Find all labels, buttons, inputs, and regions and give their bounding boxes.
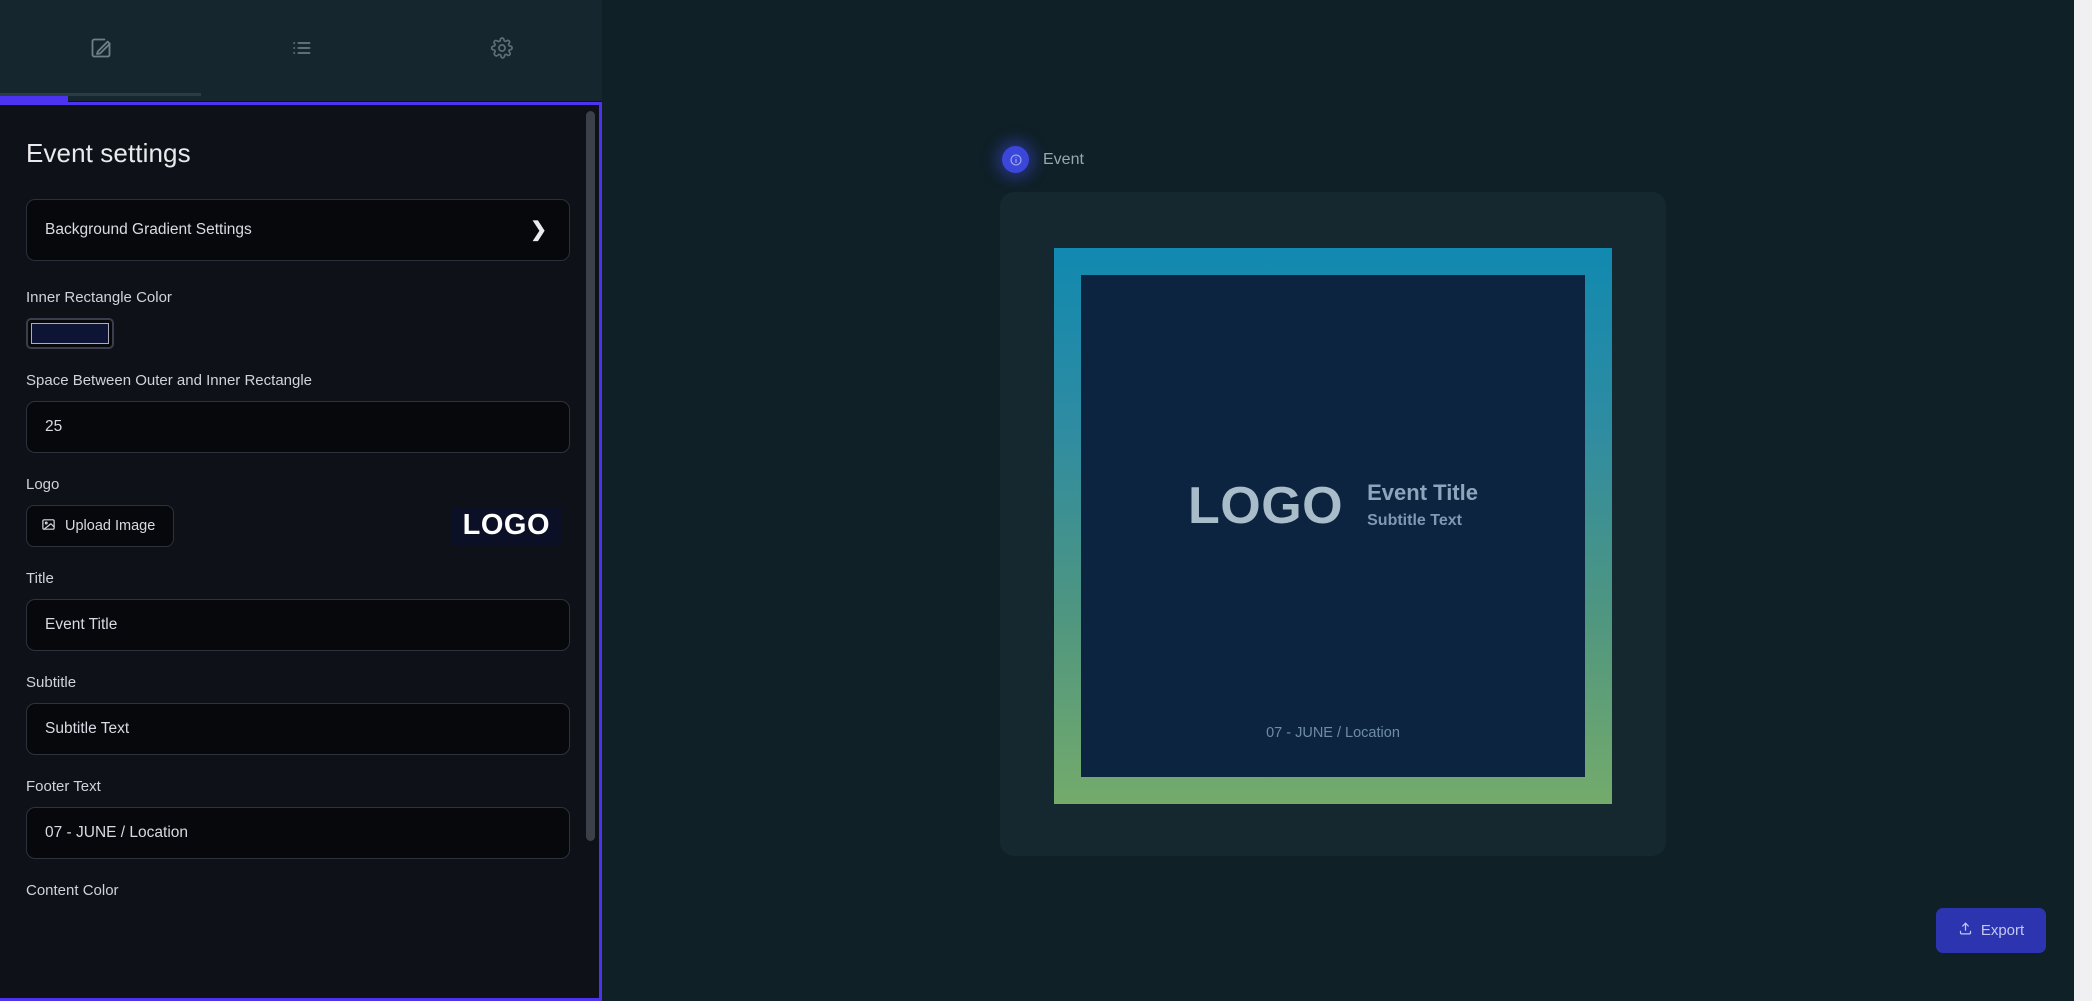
image-icon: [41, 517, 56, 536]
banner-logo-text: LOGO: [1188, 476, 1344, 535]
space-between-input[interactable]: [26, 401, 570, 453]
tab-settings[interactable]: [402, 0, 602, 96]
settings-scroll-container: Event settings Background Gradient Setti…: [0, 105, 596, 998]
content-color-label: Content Color: [26, 882, 119, 899]
title-input[interactable]: [26, 599, 570, 651]
field-logo: Logo Upload Image LOGO: [26, 476, 564, 547]
logo-label: Logo: [26, 476, 60, 493]
banner-text-block: Event Title Subtitle Text: [1367, 482, 1478, 529]
event-chip[interactable]: Event: [1002, 146, 1084, 173]
subtitle-input[interactable]: [26, 703, 570, 755]
accordion-label: Background Gradient Settings: [45, 221, 252, 238]
event-chip-label: Event: [1043, 150, 1084, 168]
banner-inner-rectangle: LOGO Event Title Subtitle Text 07 - JUNE…: [1081, 275, 1585, 777]
inner-rectangle-color-swatch[interactable]: [26, 318, 114, 349]
subtitle-label: Subtitle: [26, 674, 77, 691]
accordion-background-gradient-settings[interactable]: Background Gradient Settings ❯: [26, 199, 570, 261]
window-scroll-gutter[interactable]: [2074, 0, 2092, 1001]
preview-area: Event LOGO Event Title Subtitle Text 07 …: [602, 0, 2092, 1001]
field-title: Title: [26, 570, 570, 651]
panel-scrollbar-thumb[interactable]: [586, 111, 595, 841]
logo-row: Upload Image LOGO: [26, 505, 570, 547]
app-root: Event settings Background Gradient Setti…: [0, 0, 2092, 1001]
tab-list[interactable]: [201, 0, 402, 96]
banner-content: LOGO Event Title Subtitle Text: [1081, 480, 1585, 532]
title-label: Title: [26, 570, 54, 587]
info-circle-icon: [1002, 146, 1029, 173]
field-space-between-rectangles: Space Between Outer and Inner Rectangle: [26, 372, 570, 453]
tab-edit[interactable]: [0, 0, 201, 96]
logo-preview-thumbnail: LOGO: [450, 506, 562, 546]
field-content-color: Content Color: [26, 882, 564, 899]
list-icon: [290, 36, 314, 60]
field-inner-rectangle-color: Inner Rectangle Color: [26, 289, 564, 349]
field-subtitle: Subtitle: [26, 674, 570, 755]
banner-outer-rectangle: LOGO Event Title Subtitle Text 07 - JUNE…: [1054, 248, 1612, 804]
upload-icon: [1958, 921, 1973, 940]
footer-text-label: Footer Text: [26, 778, 101, 795]
field-footer-text: Footer Text: [26, 778, 570, 859]
color-swatch-fill: [31, 323, 109, 344]
banner-footer-text: 07 - JUNE / Location: [1266, 725, 1400, 741]
top-navigation-bar: [0, 0, 602, 101]
gear-icon: [490, 36, 514, 60]
banner-subtitle: Subtitle Text: [1367, 512, 1462, 530]
space-between-label: Space Between Outer and Inner Rectangle: [26, 372, 313, 389]
export-button[interactable]: Export: [1936, 908, 2046, 953]
upload-image-button[interactable]: Upload Image: [26, 505, 175, 547]
event-settings-panel: Event settings Background Gradient Setti…: [0, 102, 602, 1001]
footer-text-input[interactable]: [26, 807, 570, 859]
banner-preview-card: LOGO Event Title Subtitle Text 07 - JUNE…: [1000, 192, 1666, 856]
inner-rectangle-color-label: Inner Rectangle Color: [26, 289, 172, 306]
banner-title: Event Title: [1367, 480, 1478, 506]
chevron-right-icon: ❯: [530, 219, 547, 241]
page-title: Event settings: [26, 138, 191, 168]
export-label: Export: [1980, 922, 2025, 939]
left-column: Event settings Background Gradient Setti…: [0, 0, 602, 1001]
panel-scrollbar[interactable]: [586, 111, 595, 994]
edit-square-icon: [89, 36, 113, 60]
upload-image-label: Upload Image: [65, 518, 156, 534]
